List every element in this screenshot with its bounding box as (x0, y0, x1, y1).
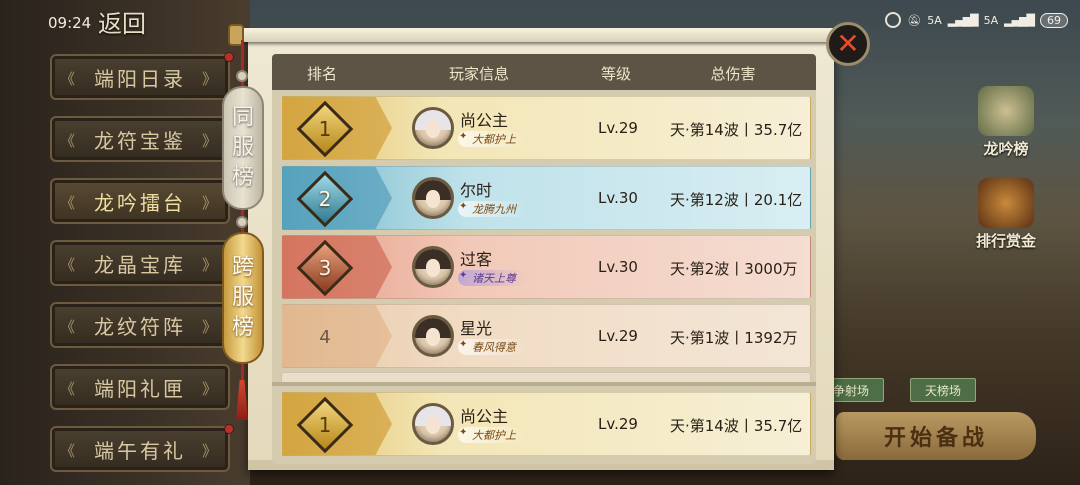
avatar[interactable] (412, 177, 454, 219)
tab-char: 服 (231, 285, 254, 310)
battery-icon: 69 (1040, 12, 1068, 28)
player-title: 大都护上 (458, 131, 526, 147)
tab-same-server[interactable]: 同 服 榜 (222, 86, 264, 210)
tab-char: 服 (231, 135, 254, 160)
player-name: 过客 (460, 250, 493, 269)
alarm-icon (885, 12, 902, 28)
table-row[interactable]: 3 过客 诸天上尊 Lv.30 天·第2波丨3000万 (281, 235, 811, 299)
network-label-2: 5A (983, 13, 999, 27)
menu-item-0[interactable]: 《端阳日录》 (50, 52, 234, 100)
status-icons: 🔕︎ 5A ▂▄▆█ 5A ▂▄▆█ 69 (885, 12, 1068, 28)
signal-icon: ▂▄▆█ (947, 13, 979, 27)
menu-item-4[interactable]: 《龙纹符阵》 (50, 300, 234, 348)
player-level: Lv.29 (598, 415, 638, 433)
close-button[interactable]: ✕ (826, 22, 870, 66)
status-time: 09:24 (48, 14, 92, 32)
tab-arena-b[interactable]: 天榜场 (910, 378, 977, 402)
avatar[interactable] (412, 315, 454, 357)
scroll-rod (234, 28, 844, 42)
menu-item-1[interactable]: 《龙符宝鉴》 (50, 114, 234, 162)
signal-icon-2: ▂▄▆█ (1004, 13, 1035, 27)
reward-button-label: 排行赏金 (975, 232, 1036, 250)
ranking-button-label: 龙吟榜 (983, 140, 1029, 158)
player-damage: 天·第12波丨20.1亿 (670, 191, 803, 209)
rank-number: 1 (318, 413, 332, 437)
player-name: 尚公主 (460, 407, 509, 426)
header-damage: 总伤害 (710, 65, 756, 83)
menu-label: 龙符宝鉴 (94, 128, 186, 153)
player-level: Lv.30 (598, 258, 638, 276)
player-level: Lv.29 (598, 327, 638, 345)
player-title: 大都护上 (458, 427, 526, 443)
menu-item-5[interactable]: 《端阳礼匣》 (50, 364, 230, 410)
player-name: 星光 (460, 319, 493, 338)
scroll-icon (978, 86, 1034, 136)
network-label-1: 5A (927, 13, 942, 27)
table-header: 排名 玩家信息 等级 总伤害 (272, 54, 816, 90)
tab-char: 榜 (231, 315, 254, 340)
player-title: 春风得意 (458, 339, 526, 355)
mute-icon: 🔕︎ (907, 13, 922, 27)
menu-label: 龙吟擂台 (94, 190, 186, 215)
tab-cross-server[interactable]: 跨 服 榜 (222, 232, 264, 364)
my-rank-row[interactable]: 1 尚公主 大都护上 Lv.29 天·第14波丨35.7亿 (281, 392, 811, 456)
rank-number: 3 (318, 256, 332, 280)
player-title: 龙腾九州 (458, 201, 526, 217)
table-row[interactable]: 4 星光 春风得意 Lv.29 天·第1波丨1392万 (281, 304, 811, 368)
start-battle-button[interactable]: 开始备战 (836, 412, 1036, 460)
notification-dot (224, 424, 234, 434)
player-damage: 天·第2波丨3000万 (670, 260, 798, 278)
cord-knot (236, 216, 248, 228)
tab-char: 榜 (231, 165, 254, 190)
cord-knot (236, 70, 248, 82)
player-damage: 天·第1波丨1392万 (670, 329, 798, 347)
notification-dot (224, 52, 234, 62)
menu-label: 端午有礼 (94, 438, 186, 463)
table-row[interactable]: 1 尚公主 大都护上 Lv.29 天·第14波丨35.7亿 (281, 96, 811, 160)
header-player: 玩家信息 (448, 65, 510, 83)
back-button[interactable]: 返回 (98, 4, 146, 39)
close-icon: ✕ (836, 27, 860, 60)
menu-item-2[interactable]: 《龙吟擂台》 (50, 178, 230, 224)
treasure-chest-icon (978, 178, 1034, 228)
avatar[interactable] (412, 403, 454, 445)
player-level: Lv.30 (598, 189, 638, 207)
header-level: 等级 (600, 65, 632, 83)
menu-label: 端阳日录 (94, 66, 186, 91)
menu-label: 龙纹符阵 (94, 314, 186, 339)
player-title: 诸天上尊 (458, 270, 526, 286)
reward-button[interactable]: 排行赏金 (966, 178, 1046, 251)
player-level: Lv.29 (598, 119, 638, 137)
rank-number: 2 (318, 187, 332, 211)
player-name: 尚公主 (460, 111, 509, 130)
player-damage: 天·第14波丨35.7亿 (670, 417, 803, 435)
tab-char: 跨 (231, 255, 254, 280)
menu-item-6[interactable]: 《端午有礼》 (50, 424, 234, 472)
player-name: 尔时 (460, 181, 493, 200)
avatar[interactable] (412, 246, 454, 288)
table-row[interactable]: 2 尔时 龙腾九州 Lv.30 天·第12波丨20.1亿 (281, 166, 811, 230)
rank-number: 1 (318, 117, 332, 141)
rank-number: 4 (319, 326, 331, 348)
tab-char: 同 (231, 105, 254, 130)
avatar[interactable] (412, 107, 454, 149)
menu-label: 龙晶宝库 (94, 252, 186, 277)
menu-item-3[interactable]: 《龙晶宝库》 (50, 240, 230, 286)
my-rank-divider (272, 382, 816, 386)
ranking-button[interactable]: 龙吟榜 (966, 86, 1046, 159)
player-damage: 天·第14波丨35.7亿 (670, 121, 803, 139)
menu-label: 端阳礼匣 (94, 376, 186, 401)
header-rank: 排名 (306, 65, 338, 83)
